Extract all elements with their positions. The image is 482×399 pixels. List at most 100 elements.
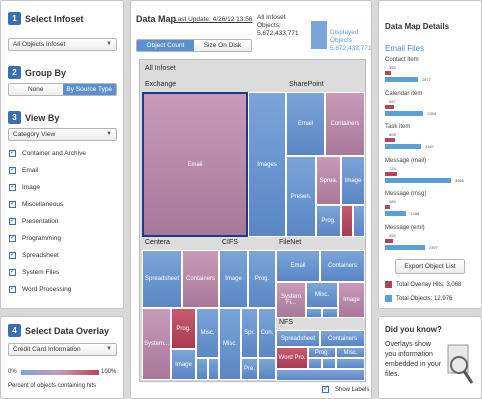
overlay-hits-value: 724: [389, 165, 396, 171]
legend-blue-label: Total Objects: 12,976: [396, 295, 453, 302]
category-checkbox[interactable]: Spreadsheet: [9, 250, 59, 259]
group-none-button[interactable]: None: [9, 84, 63, 95]
show-labels-toggle[interactable]: Show Labels: [322, 384, 369, 393]
last-update-link[interactable]: Last Update: 4/26/12 13:56: [174, 16, 252, 23]
group-source-type-button[interactable]: By Source Type: [62, 84, 116, 95]
category-checkbox[interactable]: Presentation: [9, 216, 59, 225]
tile-nfs-word[interactable]: Word Pro.: [276, 347, 308, 369]
tile-centera-image[interactable]: Image: [171, 349, 196, 380]
tile-filenet-small[interactable]: [322, 308, 338, 318]
tile-exchange-images[interactable]: Images: [248, 92, 286, 237]
section-group-by: 2 Group By: [8, 66, 66, 79]
tile-cifs-image[interactable]: Image: [219, 250, 248, 308]
checkbox-icon[interactable]: [9, 250, 16, 259]
group-sharepoint[interactable]: SharePoint Email Containers Presen. Spre…: [286, 80, 365, 238]
detail-item-label: Message (eml): [385, 224, 425, 231]
tile-nfs-spreadsheet[interactable]: Spreadsheet: [276, 330, 320, 347]
tile-sharepoint-image[interactable]: Image: [341, 156, 365, 205]
overlay-hits-bar: [385, 138, 396, 142]
tile-cifs-prog[interactable]: Prog.: [248, 250, 276, 308]
tile-filenet-email[interactable]: Email: [276, 250, 320, 282]
tile-cifs-con[interactable]: Con.: [258, 308, 276, 358]
tile-centera-containers[interactable]: Containers: [182, 250, 219, 308]
group-filenet[interactable]: FileNet Email Containers System Fi... Mi…: [276, 238, 365, 318]
tile-filenet-containers[interactable]: Containers: [320, 250, 365, 282]
tile-nfs-small[interactable]: [276, 369, 365, 381]
tile-nfs-containers[interactable]: Containers: [320, 330, 365, 347]
overlay-hits-value: 455: [389, 232, 396, 238]
group-centera[interactable]: Centera Spreadsheet Containers System...…: [142, 238, 219, 381]
group-nfs[interactable]: NFS Spreadsheet Containers Word Pro. Pro…: [276, 318, 365, 381]
overlay-hits-value: 355: [389, 65, 396, 70]
tab-object-count[interactable]: Object Count: [137, 40, 194, 51]
tile-filenet-system[interactable]: System Fi...: [276, 282, 306, 318]
checkbox-label: Container and Archive: [22, 150, 86, 157]
tile-nfs-prog[interactable]: Prog.: [308, 347, 336, 358]
view-by-dropdown[interactable]: Category View ▼: [8, 128, 117, 141]
legend-blue-swatch: [385, 295, 392, 302]
tile-sharepoint-small[interactable]: [341, 205, 353, 237]
total-objects-value: 1285: [410, 211, 420, 216]
checkbox-icon[interactable]: [9, 267, 16, 276]
export-object-list-button[interactable]: Export Object List: [395, 259, 465, 274]
tile-nfs-small[interactable]: [308, 358, 322, 369]
chevron-down-icon: ▼: [106, 131, 112, 137]
category-checkbox[interactable]: System Files: [9, 267, 59, 276]
tile-sharepoint-presen[interactable]: Presen.: [286, 156, 316, 237]
overlay-dropdown[interactable]: Credit Card Information ▼: [8, 343, 117, 356]
tile-cifs-misc[interactable]: Misc.: [219, 308, 241, 380]
did-you-know-title: Did you know?: [385, 325, 442, 334]
checkbox-icon[interactable]: [9, 199, 16, 208]
tile-centera-small[interactable]: [208, 358, 219, 380]
dropdown-value: All Objects Infoset: [13, 41, 66, 48]
tile-nfs-small[interactable]: [322, 358, 336, 369]
overlay-panel: 4 Select Data Overlay Credit Card Inform…: [0, 316, 124, 399]
tile-sharepoint-small[interactable]: [353, 205, 365, 237]
tile-centera-spreadsheet[interactable]: Spreadsheet: [142, 250, 182, 308]
tile-centera-misc[interactable]: Misc.: [196, 308, 219, 358]
tile-centera-small[interactable]: [196, 358, 208, 380]
tile-exchange-email[interactable]: Email: [142, 92, 248, 237]
checkbox-icon[interactable]: [9, 216, 16, 225]
tile-sharepoint-email[interactable]: Email: [286, 92, 325, 156]
tile-nfs-small[interactable]: [336, 358, 365, 369]
category-checkbox[interactable]: Email: [9, 165, 38, 174]
tile-cifs-small[interactable]: [258, 358, 276, 380]
step-number: 1: [8, 12, 21, 25]
tile-cifs-pre[interactable]: Pre.: [241, 358, 258, 380]
displayed-objects-swatch: [311, 21, 327, 49]
checkbox-icon[interactable]: [322, 384, 329, 393]
tile-nfs-misc[interactable]: Misc.: [336, 347, 365, 358]
category-checkbox[interactable]: Word Processing: [9, 284, 71, 293]
group-cifs[interactable]: CIFS Image Prog. Misc. Spr. Con. Pre.: [219, 238, 276, 381]
tile-filenet-small[interactable]: [306, 308, 322, 318]
tile-centera-system[interactable]: System...: [142, 308, 171, 380]
tile-centera-prog[interactable]: Prog.: [171, 308, 196, 349]
total-objects-bar: [385, 244, 425, 250]
scale-min-label: 0%: [8, 369, 17, 375]
checkbox-icon[interactable]: [9, 233, 16, 242]
infoset-dropdown[interactable]: All Objects Infoset ▼: [8, 38, 117, 51]
checkbox-icon[interactable]: [9, 148, 16, 157]
tab-size-on-disk[interactable]: Size On Disk: [194, 40, 251, 51]
checkbox-icon[interactable]: [9, 165, 16, 174]
tile-filenet-image[interactable]: Image: [338, 282, 365, 318]
group-label: Centera: [145, 239, 170, 246]
tile-cifs-spr[interactable]: Spr.: [241, 308, 258, 358]
category-checkbox[interactable]: Container and Archive: [9, 148, 86, 157]
tile-filenet-misc[interactable]: Misc.: [306, 282, 338, 308]
checkbox-icon[interactable]: [9, 284, 16, 293]
treemap-root-label: All Infoset: [145, 65, 176, 72]
checkbox-icon[interactable]: [9, 182, 16, 191]
category-checkbox[interactable]: Image: [9, 182, 40, 191]
overlay-hits-bar: [385, 171, 398, 176]
tile-sharepoint-prog[interactable]: Prog.: [316, 205, 341, 237]
group-label: SharePoint: [289, 81, 324, 88]
did-you-know-text: Overlays show you information embedded i…: [385, 341, 442, 378]
category-checkbox[interactable]: Miscellaneous: [9, 199, 63, 208]
group-exchange[interactable]: Exchange Email Images: [142, 80, 286, 238]
tile-sharepoint-containers[interactable]: Containers: [325, 92, 365, 156]
tile-sharepoint-sprea[interactable]: Sprea.: [316, 156, 341, 205]
legend-red-label: Total Overlay Hits: 3,068: [396, 281, 462, 288]
category-checkbox[interactable]: Programming: [9, 233, 61, 242]
